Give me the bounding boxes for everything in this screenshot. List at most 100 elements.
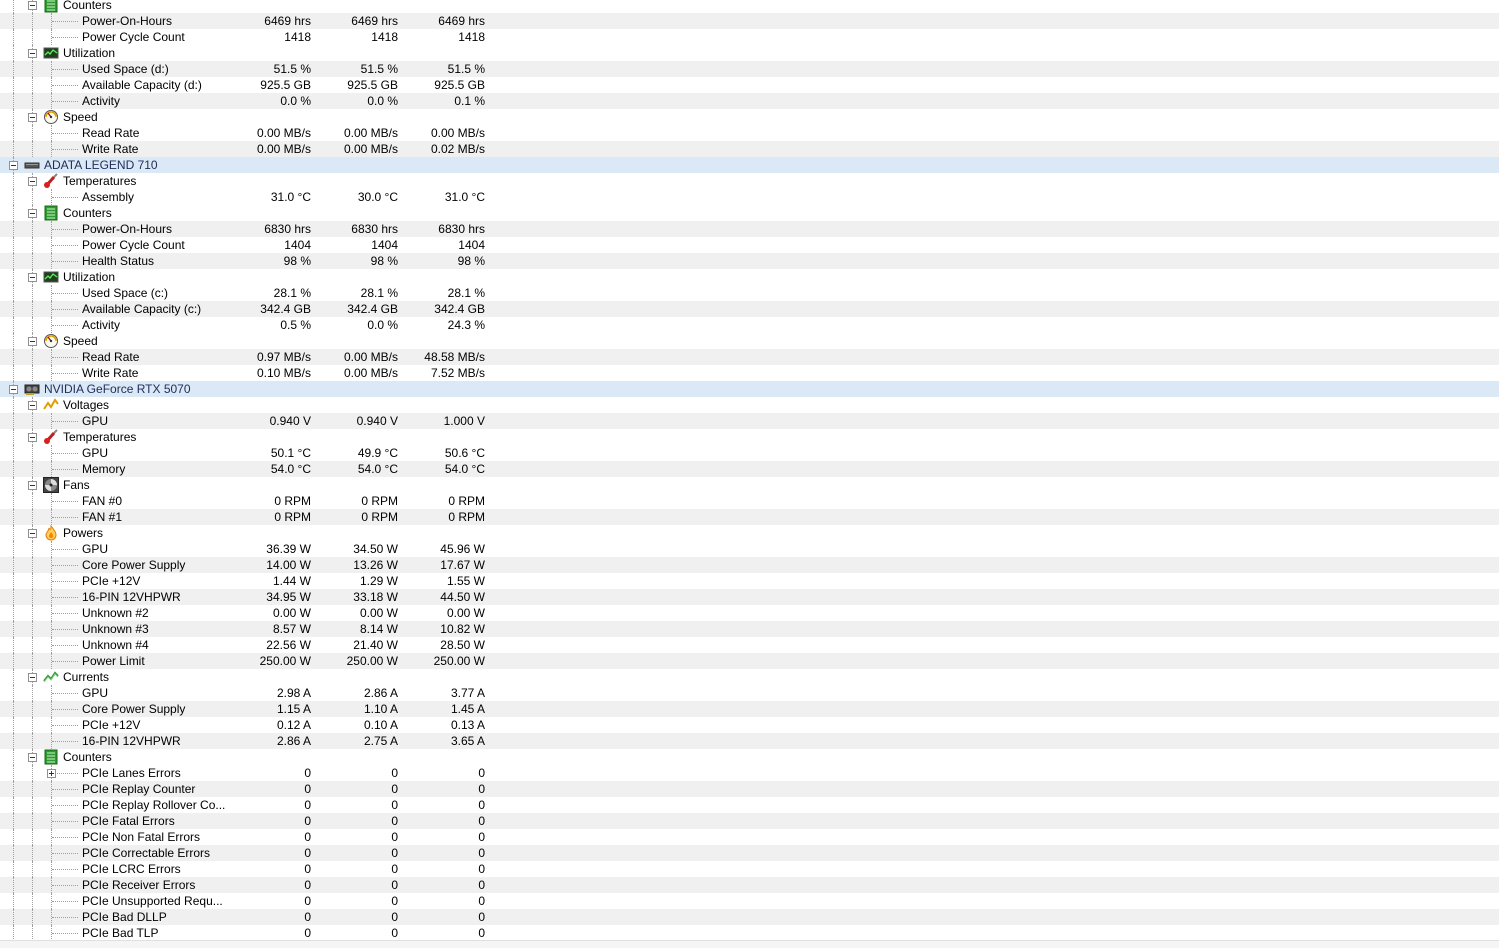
minimum-value: 13.26 W	[353, 558, 398, 572]
sensor-group-row[interactable]: Counters	[0, 205, 1499, 221]
sensor-row[interactable]: Unknown #4 22.56 W 21.40 W 28.50 W	[0, 637, 1499, 653]
tree-line	[52, 501, 78, 502]
sensor-row[interactable]: Read Rate 0.00 MB/s 0.00 MB/s 0.00 MB/s	[0, 125, 1499, 141]
collapse-toggle[interactable]	[9, 161, 18, 170]
sensor-row[interactable]: Available Capacity (c:) 342.4 GB 342.4 GB 3…	[0, 301, 1499, 317]
collapse-toggle[interactable]	[28, 273, 37, 282]
sensor-row[interactable]: Available Capacity (d:) 925.5 GB 925.5 GB 9…	[0, 77, 1499, 93]
sensor-row[interactable]: Power Cycle Count 1418 1418 1418	[0, 29, 1499, 45]
sensor-row[interactable]: Unknown #2 0.00 W 0.00 W 0.00 W	[0, 605, 1499, 621]
sensor-row[interactable]: Core Power Supply 14.00 W 13.26 W 17.67 W	[0, 557, 1499, 573]
sensor-row[interactable]: PCIe Bad DLLP 0 0 0	[0, 909, 1499, 925]
sensor-row[interactable]: PCIe Fatal Errors 0 0 0	[0, 813, 1499, 829]
maximum-value: 44.50 W	[440, 590, 485, 604]
sensor-name: 16-PIN 12VHPWR	[82, 590, 181, 604]
tree-line	[32, 797, 33, 813]
sensor-row[interactable]: PCIe +12V 1.44 W 1.29 W 1.55 W	[0, 573, 1499, 589]
minimum-value: 0.00 MB/s	[343, 350, 398, 364]
sensor-tree[interactable]: Counters Power-On-Hours 6469 hrs 6469 hrs 64…	[0, 0, 1499, 941]
collapse-toggle[interactable]	[28, 49, 37, 58]
sensor-row[interactable]: PCIe Replay Rollover Co... 0 0 0	[0, 797, 1499, 813]
sensor-group-row[interactable]: Speed	[0, 333, 1499, 349]
collapse-toggle[interactable]	[28, 401, 37, 410]
minimum-value: 8.14 W	[359, 622, 398, 636]
sensor-row[interactable]: FAN #0 0 RPM 0 RPM 0 RPM	[0, 493, 1499, 509]
collapse-toggle[interactable]	[28, 1, 37, 10]
collapse-toggle[interactable]	[28, 177, 37, 186]
sensor-group-row[interactable]: Utilization	[0, 269, 1499, 285]
group-name: Temperatures	[63, 174, 137, 188]
collapse-toggle[interactable]	[28, 113, 37, 122]
sensor-row[interactable]: Power Cycle Count 1404 1404 1404	[0, 237, 1499, 253]
sensor-row[interactable]: PCIe Replay Counter 0 0 0	[0, 781, 1499, 797]
maximum-value: 342.4 GB	[434, 302, 485, 316]
collapse-toggle[interactable]	[28, 673, 37, 682]
collapse-toggle[interactable]	[28, 433, 37, 442]
sensor-row[interactable]: PCIe Non Fatal Errors 0 0 0	[0, 829, 1499, 845]
tree-line	[52, 357, 78, 358]
expand-toggle[interactable]	[47, 769, 56, 778]
device-row[interactable]: ADATA LEGEND 710	[0, 157, 1499, 173]
tree-line	[32, 237, 33, 253]
sensor-row[interactable]: GPU 36.39 W 34.50 W 45.96 W	[0, 541, 1499, 557]
maximum-value: 50.6 °C	[444, 446, 485, 460]
sensor-row[interactable]: PCIe Receiver Errors 0 0 0	[0, 877, 1499, 893]
vertical-scrollbar[interactable]	[1487, 0, 1499, 947]
sensor-name: Power Cycle Count	[82, 30, 185, 44]
sensor-name: PCIe +12V	[82, 718, 141, 732]
sensor-row[interactable]: PCIe Lanes Errors 0 0 0	[0, 765, 1499, 781]
sensor-row[interactable]: PCIe Bad TLP 0 0 0	[0, 925, 1499, 941]
counters-icon	[43, 0, 59, 13]
sensor-row[interactable]: 16-PIN 12VHPWR 34.95 W 33.18 W 44.50 W	[0, 589, 1499, 605]
sensor-group-row[interactable]: Counters	[0, 749, 1499, 765]
sensor-group-row[interactable]: Powers	[0, 524, 1499, 541]
sensor-row[interactable]: Power-On-Hours 6469 hrs 6469 hrs 6469 hrs	[0, 13, 1499, 29]
maximum-value: 45.96 W	[440, 542, 485, 556]
sensor-row[interactable]: PCIe Unsupported Requ... 0 0 0	[0, 893, 1499, 909]
tree-line	[32, 925, 33, 941]
sensor-row[interactable]: PCIe +12V 0.12 A 0.10 A 0.13 A	[0, 717, 1499, 733]
sensor-group-row[interactable]: Temperatures	[0, 429, 1499, 445]
sensor-row[interactable]: GPU 50.1 °C 49.9 °C 50.6 °C	[0, 445, 1499, 461]
sensor-row[interactable]: Health Status 98 % 98 % 98 %	[0, 253, 1499, 269]
sensor-row[interactable]: Used Space (c:) 28.1 % 28.1 % 28.1 %	[0, 285, 1499, 301]
sensor-row[interactable]: Read Rate 0.97 MB/s 0.00 MB/s 48.58 MB/s	[0, 349, 1499, 365]
tree-line	[13, 797, 14, 813]
sensor-row[interactable]: Activity 0.5 % 0.0 % 24.3 %	[0, 317, 1499, 333]
sensor-row[interactable]: FAN #1 0 RPM 0 RPM 0 RPM	[0, 509, 1499, 525]
sensor-row[interactable]: Assembly 31.0 °C 30.0 °C 31.0 °C	[0, 189, 1499, 205]
sensor-row[interactable]: GPU 0.940 V 0.940 V 1.000 V	[0, 413, 1499, 429]
sensor-row[interactable]: GPU 2.98 A 2.86 A 3.77 A	[0, 685, 1499, 701]
collapse-toggle[interactable]	[9, 385, 18, 394]
sensor-group-row[interactable]: Temperatures	[0, 173, 1499, 189]
maximum-value: 6830 hrs	[438, 222, 485, 236]
sensor-group-row[interactable]: Counters	[0, 0, 1499, 13]
sensor-row[interactable]: PCIe LCRC Errors 0 0 0	[0, 861, 1499, 877]
maximum-value: 0	[478, 782, 485, 796]
sensor-row[interactable]: Used Space (d:) 51.5 % 51.5 % 51.5 %	[0, 61, 1499, 77]
sensor-group-row[interactable]: Fans	[0, 477, 1499, 493]
sensor-group-row[interactable]: Currents	[0, 669, 1499, 685]
sensor-row[interactable]: Core Power Supply 1.15 A 1.10 A 1.45 A	[0, 701, 1499, 717]
group-name: Counters	[63, 0, 112, 12]
sensor-row[interactable]: Write Rate 0.10 MB/s 0.00 MB/s 7.52 MB/s	[0, 365, 1499, 381]
sensor-row[interactable]: Activity 0.0 % 0.0 % 0.1 %	[0, 93, 1499, 109]
collapse-toggle[interactable]	[28, 209, 37, 218]
device-row[interactable]: NVIDIA GeForce RTX 5070	[0, 381, 1499, 397]
minimum-value: 1418	[371, 30, 398, 44]
collapse-toggle[interactable]	[28, 753, 37, 762]
sensor-row[interactable]: Power Limit 250.00 W 250.00 W 250.00 W	[0, 653, 1499, 669]
sensor-row[interactable]: Write Rate 0.00 MB/s 0.00 MB/s 0.02 MB/s	[0, 141, 1499, 157]
current-value: 0.5 %	[280, 318, 311, 332]
sensor-group-row[interactable]: Speed	[0, 109, 1499, 125]
sensor-row[interactable]: Power-On-Hours 6830 hrs 6830 hrs 6830 hrs	[0, 221, 1499, 237]
sensor-group-row[interactable]: Voltages	[0, 397, 1499, 413]
sensor-group-row[interactable]: Utilization	[0, 45, 1499, 61]
collapse-toggle[interactable]	[28, 337, 37, 346]
sensor-row[interactable]: PCIe Correctable Errors 0 0 0	[0, 845, 1499, 861]
sensor-row[interactable]: Unknown #3 8.57 W 8.14 W 10.82 W	[0, 621, 1499, 637]
collapse-toggle[interactable]	[28, 529, 37, 538]
collapse-toggle[interactable]	[28, 481, 37, 490]
sensor-row[interactable]: Memory 54.0 °C 54.0 °C 54.0 °C	[0, 461, 1499, 477]
sensor-row[interactable]: 16-PIN 12VHPWR 2.86 A 2.75 A 3.65 A	[0, 733, 1499, 749]
